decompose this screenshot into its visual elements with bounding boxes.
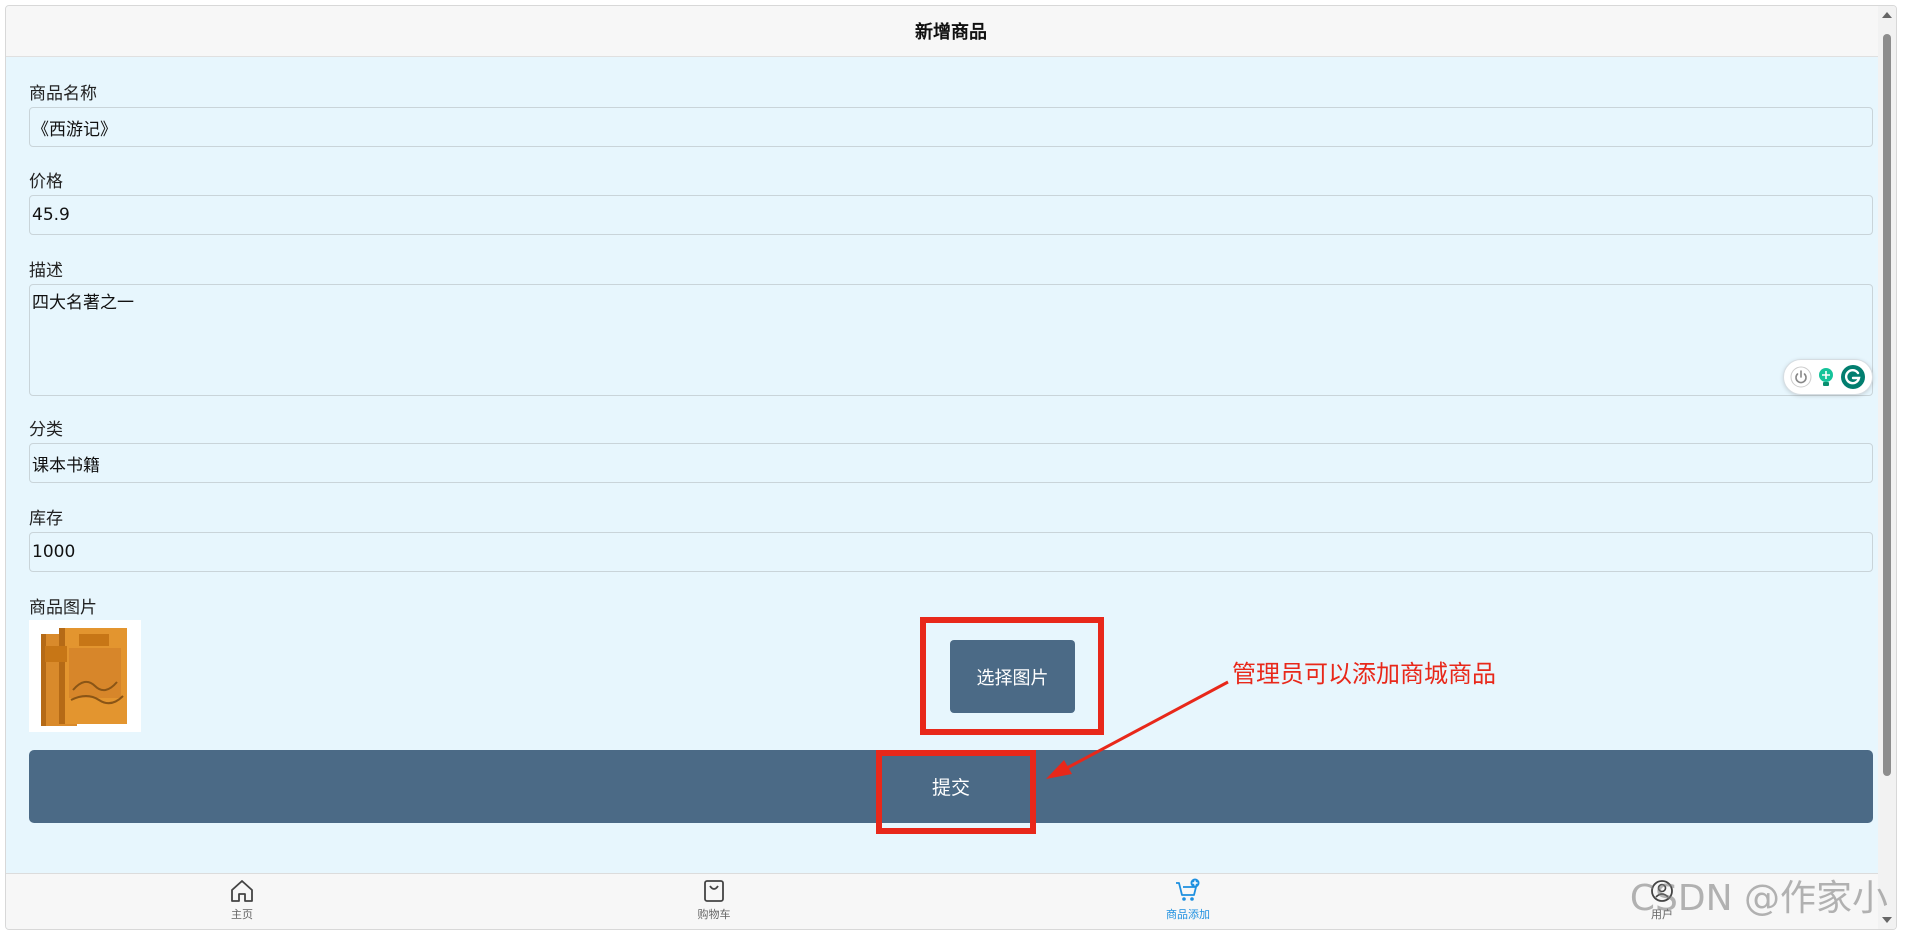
watermark-text: CSDN @作家小 (1629, 878, 1888, 919)
tab-home[interactable]: 主页 (202, 878, 282, 922)
tab-add-product-label: 商品添加 (1166, 908, 1210, 921)
app-frame: 新增商品 商品名称 《西游记》 价格 45.9 描述 四大名著之一 分类 课本书… (5, 5, 1897, 930)
tab-cart[interactable]: 购物车 (674, 878, 754, 922)
annotation-arrow (1046, 680, 1229, 779)
home-icon (231, 880, 253, 902)
vertical-scrollbar[interactable] (1878, 6, 1896, 929)
shopping-bag-icon (704, 880, 724, 902)
tab-add-product[interactable]: 商品添加 (1148, 878, 1228, 922)
scrollbar-thumb[interactable] (1883, 34, 1891, 776)
bottom-tabbar: 主页 购物车 商品添加 用户 (6, 873, 1896, 929)
tab-cart-label: 购物车 (697, 908, 731, 921)
cart-add-icon (1176, 878, 1200, 901)
scroll-up-arrow-icon[interactable] (1882, 12, 1892, 18)
tab-home-label: 主页 (231, 908, 253, 921)
